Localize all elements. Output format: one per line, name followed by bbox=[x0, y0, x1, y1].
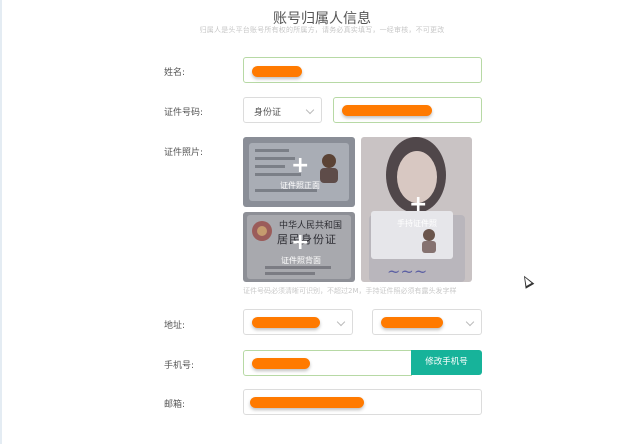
phone-label: 手机号: bbox=[164, 361, 195, 371]
city-select[interactable] bbox=[372, 309, 482, 335]
change-phone-button[interactable]: 修改手机号 bbox=[411, 350, 482, 375]
front-caption: 证件照正面 bbox=[280, 181, 320, 190]
redacted-city bbox=[381, 317, 443, 328]
back-caption: 证件照背面 bbox=[281, 256, 321, 265]
handheld-id-upload[interactable]: ~~~ + 手持证件照 bbox=[361, 137, 472, 282]
chevron-down-icon bbox=[336, 317, 346, 327]
id-number-label: 证件号码: bbox=[164, 108, 204, 118]
redacted-phone bbox=[252, 358, 310, 369]
plus-icon: + bbox=[291, 153, 310, 178]
chevron-down-icon bbox=[305, 105, 315, 115]
mouse-cursor-icon bbox=[519, 273, 535, 289]
chevron-down-icon bbox=[465, 317, 475, 327]
svg-text:~~~: ~~~ bbox=[387, 262, 427, 281]
redacted-name bbox=[252, 66, 302, 77]
redacted-id-number bbox=[342, 105, 432, 116]
name-label: 姓名: bbox=[164, 68, 186, 78]
photo-hint: 证件号码必须清晰可识别，不超过2M，手持证件照必须有露头发字样 bbox=[243, 287, 457, 295]
id-number-input[interactable] bbox=[333, 97, 482, 123]
redacted-email bbox=[250, 397, 364, 408]
address-label: 地址: bbox=[164, 321, 186, 331]
account-owner-page: 账号归属人信息 归属人是头平台账号所有权的所属方，请务必真实填写，一经审核，不可… bbox=[0, 0, 640, 444]
email-input[interactable] bbox=[243, 389, 482, 415]
id-type-value: 身份证 bbox=[254, 108, 282, 118]
id-photo-label: 证件照片: bbox=[164, 148, 204, 158]
province-select[interactable] bbox=[243, 309, 353, 335]
plus-icon: + bbox=[291, 230, 310, 255]
phone-input[interactable] bbox=[243, 350, 412, 376]
id-card-title-line1: 中华人民共和国 bbox=[279, 221, 343, 231]
redacted-province bbox=[252, 317, 320, 328]
name-input[interactable] bbox=[243, 57, 482, 83]
id-front-upload[interactable]: + 证件照正面 bbox=[243, 137, 355, 207]
handheld-caption: 手持证件照 bbox=[397, 219, 437, 228]
page-subtitle: 归属人是头平台账号所有权的所属方，请务必真实填写，一经审核，不可更改 bbox=[199, 26, 445, 34]
id-back-upload[interactable]: 中华人民共和国 居民身份证 + 证件照背面 bbox=[243, 212, 355, 282]
id-type-select[interactable]: 身份证 bbox=[243, 97, 322, 123]
email-label: 邮箱: bbox=[164, 400, 186, 410]
plus-icon: + bbox=[409, 192, 428, 217]
